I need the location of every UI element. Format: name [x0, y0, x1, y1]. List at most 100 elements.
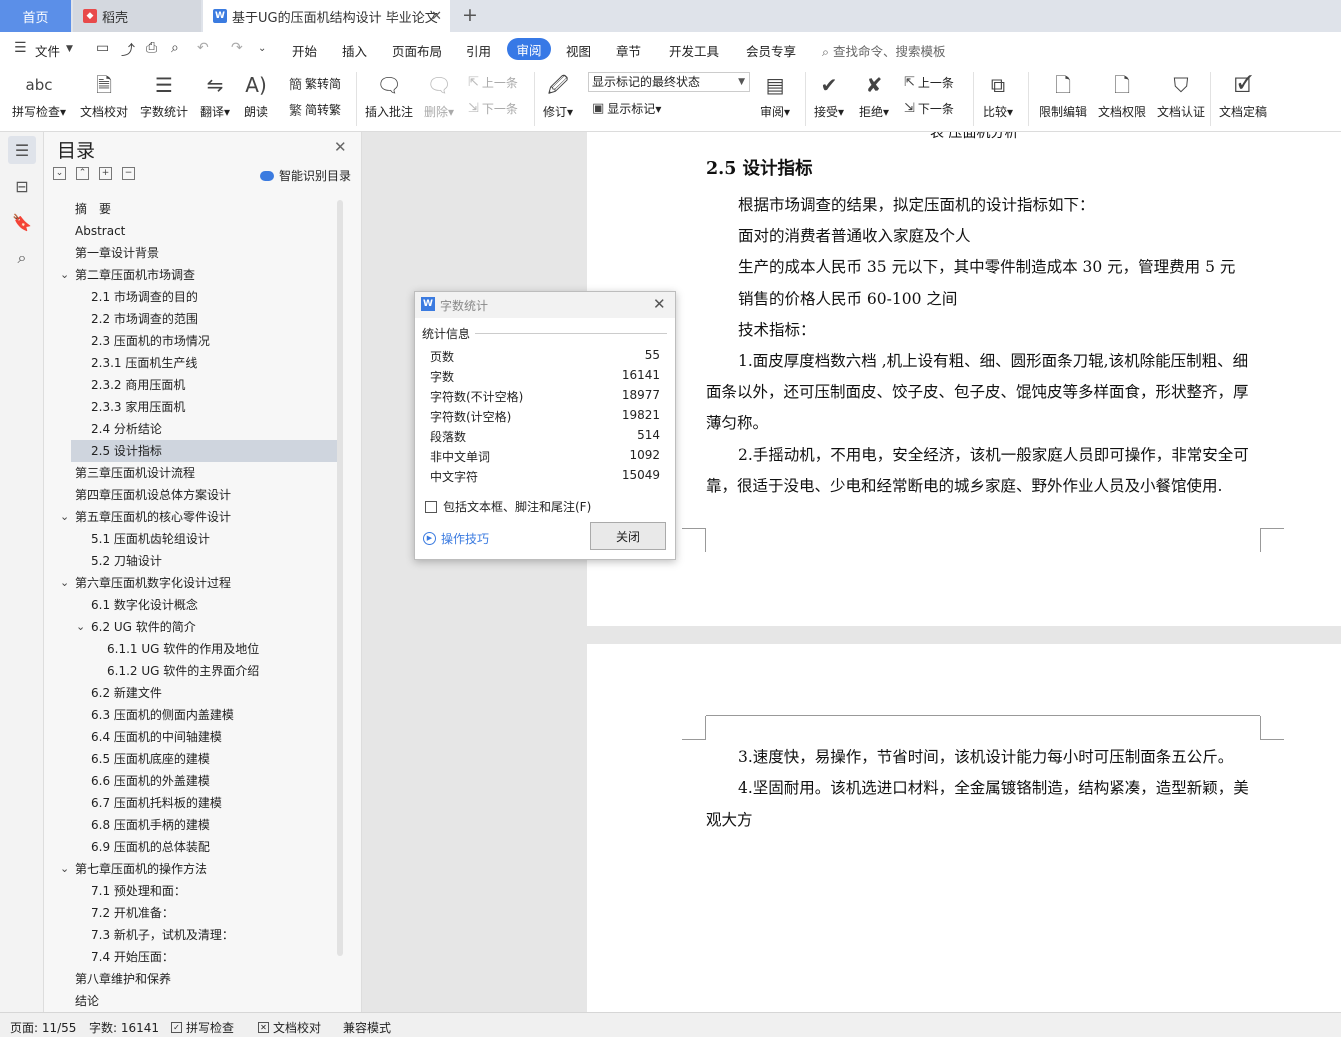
- tab-document[interactable]: W 基于UG的压面机结构设计 毕业论文 ✕: [203, 0, 450, 32]
- toc-item[interactable]: 6.2 UG 软件的简介: [91, 616, 196, 638]
- toc-item[interactable]: 7.4 开始压面：: [91, 946, 174, 968]
- document-page[interactable]: 3.速度快，易操作，节省时间，该机设计能力每小时可压制面条五公斤。 4.坚固耐用…: [587, 644, 1341, 1012]
- toc-item[interactable]: 2.3.3 家用压面机: [91, 396, 185, 418]
- toc-item[interactable]: 第六章压面机数字化设计过程: [75, 572, 231, 594]
- toc-item[interactable]: 第一章设计背景: [75, 242, 159, 264]
- menu-view[interactable]: 视图: [566, 41, 591, 60]
- next-change-button[interactable]: ⇲ 下一条: [904, 100, 954, 117]
- chevron-down-icon[interactable]: ▼: [66, 44, 73, 54]
- close-icon[interactable]: ✕: [334, 138, 347, 156]
- prev-comment-button[interactable]: ⇱ 上一条: [468, 74, 518, 91]
- delete-comment-button[interactable]: 🗨 删除▾: [424, 70, 454, 120]
- word-count-indicator[interactable]: 字数: 16141: [89, 1019, 159, 1036]
- toc-item[interactable]: 6.6 压面机的外盖建模: [91, 770, 210, 792]
- close-button[interactable]: 关闭: [590, 522, 666, 550]
- toc-item[interactable]: 6.2 新建文件: [91, 682, 162, 704]
- toc-item[interactable]: 2.5 设计指标: [91, 440, 162, 462]
- close-icon[interactable]: ✕: [653, 295, 666, 313]
- add-heading-icon[interactable]: +: [99, 167, 112, 180]
- page-indicator[interactable]: 页面: 11/55: [10, 1019, 76, 1036]
- menu-layout[interactable]: 页面布局: [392, 41, 442, 60]
- restrict-edit-button[interactable]: 🗋 限制编辑: [1039, 70, 1087, 120]
- chevron-down-icon[interactable]: ⌄: [60, 862, 69, 875]
- print-preview-icon[interactable]: ⌕: [171, 40, 179, 56]
- insert-comment-button[interactable]: 🗨 插入批注: [365, 70, 413, 120]
- bookmark-icon[interactable]: 🔖: [8, 208, 36, 236]
- compare-button[interactable]: ⧉ 比较▾: [983, 70, 1013, 120]
- home-tab[interactable]: 首页: [0, 0, 71, 32]
- toc-icon[interactable]: ☰: [8, 136, 36, 164]
- search-icon[interactable]: ⌕: [8, 244, 36, 272]
- include-textbox-checkbox[interactable]: 包括文本框、脚注和尾注(F): [425, 498, 591, 515]
- spell-check-button[interactable]: abc 拼写检查▾: [12, 70, 66, 120]
- tab-daoke[interactable]: ◆ 稻壳: [73, 0, 201, 32]
- export-icon[interactable]: ⤴: [121, 40, 135, 60]
- toc-item[interactable]: 第八章维护和保养: [75, 968, 171, 990]
- track-changes-button[interactable]: 🖉 修订▾: [543, 70, 573, 120]
- toc-item[interactable]: 第七章压面机的操作方法: [75, 858, 207, 880]
- save-icon[interactable]: ▭: [96, 40, 109, 56]
- chevron-down-icon[interactable]: ⌄: [76, 620, 85, 633]
- markup-state-select[interactable]: 显示标记的最终状态 ▼: [588, 72, 750, 92]
- document-area[interactable]: 表 压面机分析 2.5 设计指标 根据市场调查的结果，拟定压面机的设计指标如下：…: [362, 132, 1341, 1012]
- toc-item[interactable]: 摘 要: [75, 198, 111, 220]
- reject-button[interactable]: ✘ 拒绝▾: [859, 70, 889, 120]
- toc-item[interactable]: 7.3 新机子，试机及清理：: [91, 924, 234, 946]
- doc-permission-button[interactable]: 🗋 文档权限: [1098, 70, 1146, 120]
- toc-scrollbar[interactable]: [337, 200, 343, 956]
- prev-change-button[interactable]: ⇱ 上一条: [904, 74, 954, 91]
- toc-item[interactable]: 2.3.1 压面机生产线: [91, 352, 197, 374]
- document-page[interactable]: 表 压面机分析 2.5 设计指标 根据市场调查的结果，拟定压面机的设计指标如下：…: [587, 132, 1341, 626]
- read-aloud-button[interactable]: A) 朗读: [244, 70, 268, 120]
- remove-heading-icon[interactable]: −: [122, 167, 135, 180]
- toc-item[interactable]: 6.1.1 UG 软件的作用及地位: [107, 638, 259, 660]
- toc-item[interactable]: 7.1 预处理和面：: [91, 880, 186, 902]
- hamburger-icon[interactable]: ☰: [14, 40, 27, 56]
- toc-item[interactable]: 第三章压面机设计流程: [75, 462, 195, 484]
- spell-check-status[interactable]: ✓ 拼写检查: [171, 1019, 234, 1036]
- menu-start[interactable]: 开始: [292, 41, 317, 60]
- toc-item[interactable]: 5.2 刀轴设计: [91, 550, 162, 572]
- menu-chapter[interactable]: 章节: [616, 41, 641, 60]
- simp-to-trad-button[interactable]: 繁简转繁: [289, 100, 341, 119]
- review-pane-button[interactable]: ▤ 审阅▾: [760, 70, 790, 120]
- menu-member[interactable]: 会员专享: [746, 41, 796, 60]
- toc-item[interactable]: 结论: [75, 990, 99, 1012]
- doc-finalize-button[interactable]: 🗹 文档定稿: [1219, 70, 1267, 120]
- toc-item[interactable]: 6.8 压面机手柄的建模: [91, 814, 210, 836]
- toc-item[interactable]: 6.3 压面机的侧面内盖建模: [91, 704, 234, 726]
- toc-item[interactable]: 第四章压面机设总体方案设计: [75, 484, 231, 506]
- customize-icon[interactable]: ⌄: [258, 43, 266, 54]
- toc-item[interactable]: 2.2 市场调查的范围: [91, 308, 198, 330]
- toc-item[interactable]: 2.3 压面机的市场情况: [91, 330, 210, 352]
- show-markup-button[interactable]: ▣ 显示标记 ▾: [592, 100, 661, 117]
- toc-item[interactable]: 6.5 压面机底座的建模: [91, 748, 210, 770]
- toc-item[interactable]: 6.1 数字化设计概念: [91, 594, 198, 616]
- chevron-down-icon[interactable]: ⌄: [60, 576, 69, 589]
- toc-item[interactable]: 第五章压面机的核心零件设计: [75, 506, 231, 528]
- dialog-header[interactable]: W 字数统计 ✕: [415, 292, 675, 318]
- toc-item[interactable]: 7.2 开机准备：: [91, 902, 174, 924]
- redo-icon[interactable]: ↷: [231, 40, 243, 56]
- chevron-down-icon[interactable]: ⌄: [60, 268, 69, 281]
- doc-proof-status[interactable]: ✕ 文档校对: [258, 1019, 321, 1036]
- accept-button[interactable]: ✔ 接受▾: [814, 70, 844, 120]
- toc-item[interactable]: 2.3.2 商用压面机: [91, 374, 185, 396]
- tips-link[interactable]: ▶ 操作技巧: [423, 530, 489, 547]
- menu-insert[interactable]: 插入: [342, 41, 367, 60]
- smart-toc-button[interactable]: 智能识别目录: [260, 167, 351, 184]
- doc-proof-button[interactable]: 🗎 文档校对: [80, 70, 128, 120]
- new-tab-icon[interactable]: +: [462, 4, 478, 26]
- toc-item[interactable]: 6.1.2 UG 软件的主界面介绍: [107, 660, 259, 682]
- menu-review[interactable]: 审阅: [507, 38, 551, 60]
- print-icon[interactable]: ⎙: [146, 40, 157, 56]
- toc-item[interactable]: 第二章压面机市场调查: [75, 264, 195, 286]
- word-count-button[interactable]: ☰ 字数统计: [140, 70, 188, 120]
- toc-item[interactable]: 6.7 压面机托料板的建模: [91, 792, 222, 814]
- translate-button[interactable]: ⇋ 翻译▾: [200, 70, 230, 120]
- checkbox-box[interactable]: [425, 500, 437, 513]
- next-comment-button[interactable]: ⇲ 下一条: [468, 100, 518, 117]
- toc-item[interactable]: 6.9 压面机的总体装配: [91, 836, 210, 858]
- trad-to-simp-button[interactable]: 簡繁转简: [289, 74, 341, 93]
- toc-item[interactable]: 2.1 市场调查的目的: [91, 286, 198, 308]
